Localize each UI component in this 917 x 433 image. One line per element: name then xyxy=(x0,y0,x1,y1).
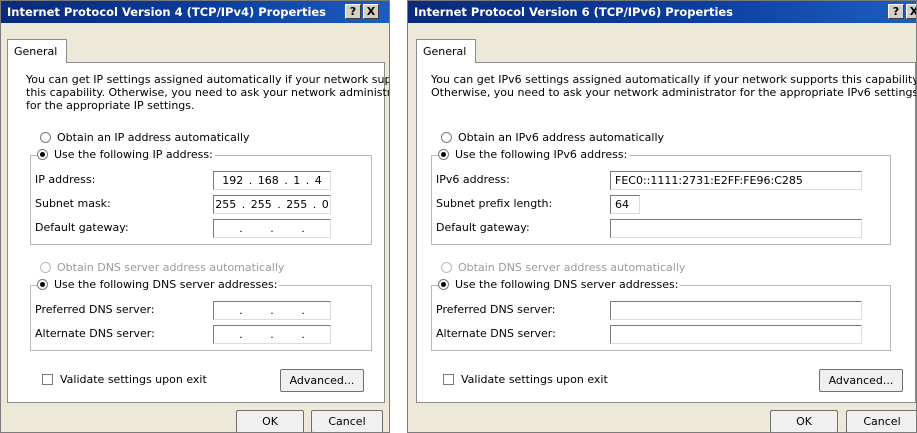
ipv4-description: You can get IP settings assigned automat… xyxy=(26,73,390,112)
ipv4-alternate-dns-label: Alternate DNS server: xyxy=(35,327,155,340)
radio-off-icon xyxy=(40,262,51,273)
ipv6-prefix-length-label: Subnet prefix length: xyxy=(436,197,553,210)
ipv4-gateway-label: Default gateway: xyxy=(35,221,129,234)
ipv6-validate-label: Validate settings upon exit xyxy=(461,373,608,386)
ipv6-use-following-dns-label: Use the following DNS server addresses: xyxy=(455,278,679,291)
ipv4-titlebar[interactable]: Internet Protocol Version 4 (TCP/IPv4) P… xyxy=(1,1,389,23)
ipv6-help-button[interactable]: ? xyxy=(888,4,904,19)
radio-on-icon xyxy=(438,149,449,160)
ipv6-tab-general[interactable]: General xyxy=(416,39,476,63)
radio-off-icon xyxy=(441,262,452,273)
ipv6-properties-dialog: Internet Protocol Version 6 (TCP/IPv6) P… xyxy=(407,0,917,433)
ipv6-obtain-ip-auto-label: Obtain an IPv6 address automatically xyxy=(458,131,665,144)
ipv4-use-following-ip-label: Use the following IP address: xyxy=(54,148,213,161)
radio-on-icon xyxy=(438,279,449,290)
ipv4-tab-general[interactable]: General xyxy=(7,39,67,63)
ipv6-obtain-ip-auto-radio[interactable]: Obtain an IPv6 address automatically xyxy=(441,131,664,144)
ipv6-obtain-dns-auto-label: Obtain DNS server address automatically xyxy=(458,261,686,274)
ipv6-titlebar[interactable]: Internet Protocol Version 6 (TCP/IPv6) P… xyxy=(408,1,916,23)
ipv4-preferred-dns-field[interactable]: . . . xyxy=(213,301,331,320)
ipv6-preferred-dns-field[interactable] xyxy=(610,301,862,320)
ipv6-alternate-dns-field[interactable] xyxy=(610,325,862,344)
ipv6-advanced-button[interactable]: Advanced... xyxy=(819,369,903,392)
ipv4-close-button[interactable]: X xyxy=(363,4,379,19)
ipv6-use-following-ip-label: Use the following IPv6 address: xyxy=(455,148,628,161)
radio-off-icon xyxy=(40,132,51,143)
ipv6-use-following-dns-radio[interactable]: Use the following DNS server addresses: xyxy=(438,278,681,291)
ipv4-obtain-ip-auto-label: Obtain an IP address automatically xyxy=(57,131,250,144)
ipv4-use-following-dns-label: Use the following DNS server addresses: xyxy=(54,278,278,291)
ipv6-gateway-label: Default gateway: xyxy=(436,221,530,234)
radio-on-icon xyxy=(37,279,48,290)
ipv4-alternate-dns-field[interactable]: . . . xyxy=(213,325,331,344)
ipv4-use-following-ip-radio[interactable]: Use the following IP address: xyxy=(37,148,215,161)
ipv4-obtain-ip-auto-radio[interactable]: Obtain an IP address automatically xyxy=(40,131,250,144)
ipv6-description: You can get IPv6 settings assigned autom… xyxy=(431,73,917,99)
ipv4-cancel-button[interactable]: Cancel xyxy=(311,410,383,432)
ipv4-ip-address-field[interactable]: 192 . 168 . 1 . 4 xyxy=(213,171,331,190)
ipv4-help-button[interactable]: ? xyxy=(345,4,361,19)
ipv6-ok-button[interactable]: OK xyxy=(770,410,838,432)
ipv4-ok-button[interactable]: OK xyxy=(236,410,304,432)
ipv6-ip-group: Use the following IPv6 address: IPv6 add… xyxy=(431,148,891,245)
ipv6-title: Internet Protocol Version 6 (TCP/IPv6) P… xyxy=(414,5,734,19)
radio-on-icon xyxy=(37,149,48,160)
ipv4-validate-label: Validate settings upon exit xyxy=(60,373,207,386)
ipv4-ip-address-label: IP address: xyxy=(35,173,96,186)
checkbox-icon xyxy=(42,374,53,385)
ipv4-dns-group: Use the following DNS server addresses: … xyxy=(30,278,372,351)
ipv6-alternate-dns-label: Alternate DNS server: xyxy=(436,327,556,340)
ipv6-use-following-ip-radio[interactable]: Use the following IPv6 address: xyxy=(438,148,630,161)
ipv4-validate-checkbox[interactable]: Validate settings upon exit xyxy=(42,373,207,386)
ipv6-general-panel: You can get IPv6 settings assigned autom… xyxy=(416,62,916,403)
ipv4-title: Internet Protocol Version 4 (TCP/IPv4) P… xyxy=(7,5,327,19)
ipv6-validate-checkbox[interactable]: Validate settings upon exit xyxy=(443,373,608,386)
ipv4-subnet-mask-field[interactable]: 255 . 255 . 255 . 0 xyxy=(213,195,331,214)
ipv6-gateway-field[interactable] xyxy=(610,219,862,238)
ipv6-close-button[interactable]: X xyxy=(906,4,916,19)
ipv4-gateway-field[interactable]: . . . xyxy=(213,219,331,238)
radio-off-icon xyxy=(441,132,452,143)
ipv6-obtain-dns-auto-radio[interactable]: Obtain DNS server address automatically xyxy=(441,261,685,274)
ipv6-prefix-length-field[interactable]: 64 xyxy=(610,195,640,214)
ipv4-ip-group: Use the following IP address: IP address… xyxy=(30,148,372,245)
ipv4-advanced-button[interactable]: Advanced... xyxy=(280,369,364,392)
ipv6-preferred-dns-label: Preferred DNS server: xyxy=(436,303,556,316)
ipv4-obtain-dns-auto-radio[interactable]: Obtain DNS server address automatically xyxy=(40,261,284,274)
ipv4-subnet-mask-label: Subnet mask: xyxy=(35,197,111,210)
ipv6-dns-group: Use the following DNS server addresses: … xyxy=(431,278,891,351)
ipv4-use-following-dns-radio[interactable]: Use the following DNS server addresses: xyxy=(37,278,280,291)
ipv4-obtain-dns-auto-label: Obtain DNS server address automatically xyxy=(57,261,285,274)
ipv6-cancel-button[interactable]: Cancel xyxy=(846,410,916,432)
ipv6-address-field[interactable]: FEC0::1111:2731:E2FF:FE96:C285 xyxy=(610,171,862,190)
ipv6-address-label: IPv6 address: xyxy=(436,173,510,186)
ipv4-properties-dialog: Internet Protocol Version 4 (TCP/IPv4) P… xyxy=(0,0,390,433)
checkbox-icon xyxy=(443,374,454,385)
ipv4-general-panel: You can get IP settings assigned automat… xyxy=(7,62,389,403)
ipv4-preferred-dns-label: Preferred DNS server: xyxy=(35,303,155,316)
